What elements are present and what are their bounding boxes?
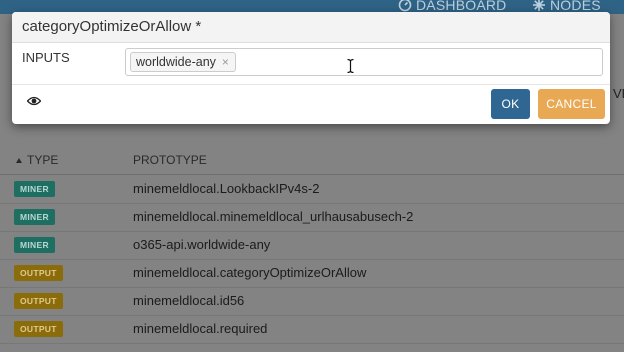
table-row[interactable]: OUTPUT minemeldlocal.id56 — [0, 287, 624, 316]
text-cursor-icon — [347, 59, 354, 73]
table-row[interactable]: OUTPUT minemeldlocal.required — [0, 315, 624, 344]
table-row[interactable]: MINER o365-api.worldwide-any — [0, 231, 624, 260]
prototype-cell: minemeldlocal.required — [133, 321, 268, 336]
dashboard-icon — [398, 0, 412, 12]
input-tag: worldwide-any × — [130, 52, 236, 72]
column-prototype-header[interactable]: PROTOTYPE — [133, 153, 207, 167]
remove-tag-icon[interactable]: × — [222, 55, 229, 69]
column-type-header[interactable]: TYPE — [16, 153, 58, 167]
inputs-tag-field[interactable]: worldwide-any × — [125, 48, 603, 76]
type-badge: OUTPUT — [14, 321, 63, 337]
type-badge: MINER — [14, 181, 55, 197]
prototype-cell: o365-api.worldwide-any — [133, 237, 271, 252]
sort-up-icon — [16, 157, 22, 163]
modal-divider — [12, 84, 610, 85]
edit-inputs-modal: categoryOptimizeOrAllow * INPUTS worldwi… — [12, 12, 610, 124]
column-type-label: TYPE — [27, 153, 59, 167]
type-badge: OUTPUT — [14, 265, 63, 281]
eye-icon[interactable] — [27, 96, 41, 106]
table-row[interactable]: OUTPUT minemeldlocal.categoryOptimizeOrA… — [0, 259, 624, 288]
type-badge: MINER — [14, 209, 55, 225]
inputs-label: INPUTS — [22, 50, 70, 65]
prototype-cell: minemeldlocal.categoryOptimizeOrAllow — [133, 265, 367, 280]
type-badge: MINER — [14, 237, 55, 253]
prototype-cell: minemeldlocal.LookbackIPv4s-2 — [133, 181, 320, 196]
modal-title: categoryOptimizeOrAllow * — [12, 12, 610, 43]
table-header: TYPE PROTOTYPE — [0, 146, 624, 175]
nodes-icon — [533, 0, 545, 11]
cancel-button[interactable]: CANCEL — [538, 89, 605, 119]
prototype-cell: minemeldlocal.minemeldlocal_urlhausabuse… — [133, 209, 414, 224]
partial-column-header: VE — [613, 86, 624, 101]
table-row[interactable]: MINER minemeldlocal.minemeldlocal_urlhau… — [0, 203, 624, 232]
ok-button[interactable]: OK — [491, 89, 530, 119]
input-tag-label: worldwide-any — [136, 55, 216, 69]
prototype-cell: minemeldlocal.id56 — [133, 293, 245, 308]
type-badge: OUTPUT — [14, 293, 63, 309]
table-row[interactable]: MINER minemeldlocal.LookbackIPv4s-2 — [0, 175, 624, 204]
